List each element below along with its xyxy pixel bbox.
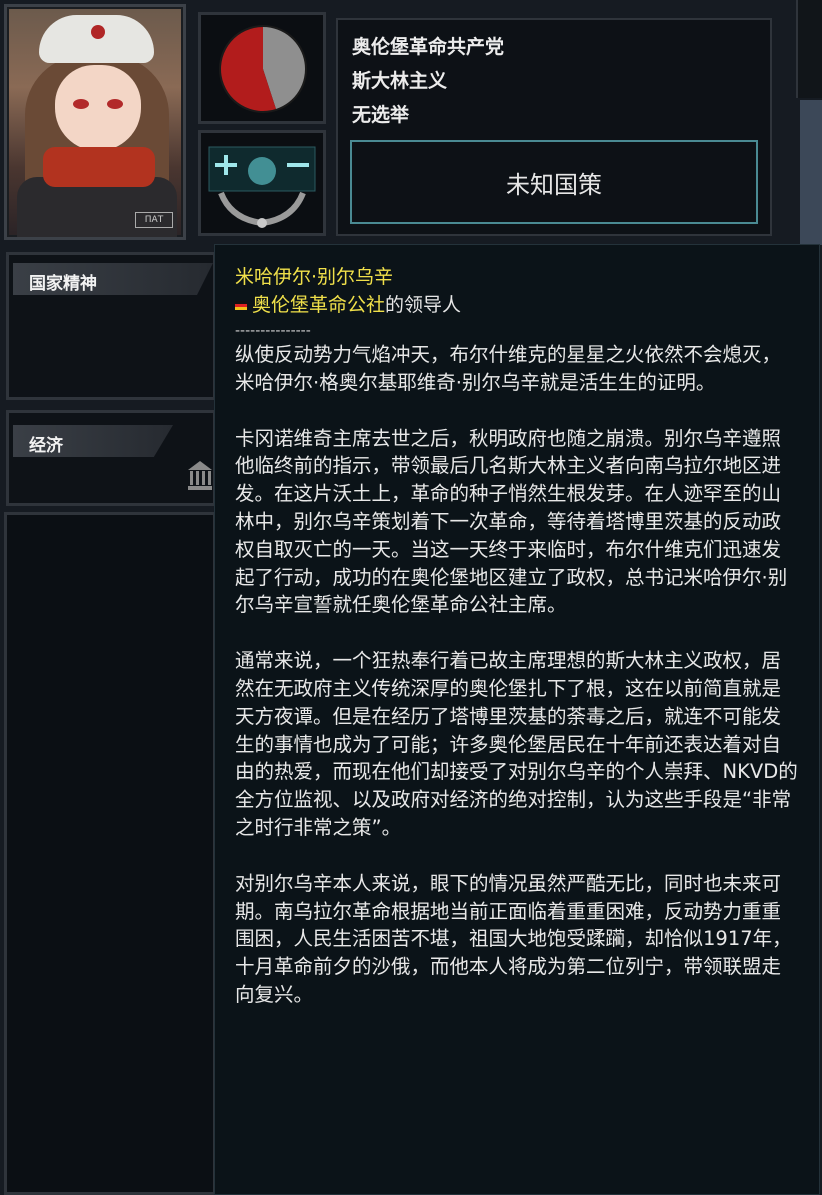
tooltip-leader-name: 米哈伊尔·别尔乌辛 bbox=[235, 266, 394, 288]
tooltip-paragraph: 通常来说，一个狂热奉行着已故主席理想的斯大林主义政权，居然在无政府主义传统深厚的… bbox=[235, 649, 798, 839]
tooltip-paragraph: 卡冈诺维奇主席去世之后，秋明政府也随之崩溃。别尔乌辛遵照他临终前的指示，带领最后… bbox=[235, 426, 788, 617]
country-flag-icon bbox=[235, 301, 247, 310]
party-ideology: 斯大林主义 bbox=[352, 70, 448, 92]
national-spirit-header: 国家精神 bbox=[13, 263, 213, 295]
economy-panel: 经济 bbox=[6, 410, 216, 506]
portrait-scarf bbox=[43, 147, 155, 187]
tooltip-leader-role: 奥伦堡革命公社的领导人 bbox=[235, 291, 799, 319]
economy-header: 经济 bbox=[13, 425, 173, 457]
portrait-hat bbox=[39, 15, 154, 63]
lower-panel bbox=[4, 512, 216, 1195]
election-status: 无选举 bbox=[352, 104, 410, 126]
leader-portrait[interactable]: ПАТ bbox=[4, 4, 186, 240]
tooltip-paragraph: 纵使反动势力气焰冲天，布尔什维克的星星之火依然不会熄灭，米哈伊尔·格奥尔基耶维奇… bbox=[235, 343, 782, 394]
national-spirit-title: 国家精神 bbox=[29, 274, 97, 294]
party-name: 奥伦堡革命共产党 bbox=[352, 36, 505, 58]
tooltip-paragraph: 对别尔乌辛本人来说，眼下的情况虽然严酷无比，同时也未来可期。南乌拉尔革命根据地当… bbox=[235, 871, 792, 1006]
portrait-badge: ПАТ bbox=[135, 212, 173, 228]
tooltip-country: 奥伦堡革命公社 bbox=[252, 294, 386, 316]
portrait-eye-right bbox=[107, 99, 123, 109]
portrait-eye-left bbox=[73, 99, 89, 109]
leader-tooltip: 米哈伊尔·别尔乌辛 奥伦堡革命公社的领导人 --------------- 纵使… bbox=[214, 244, 820, 1195]
pie-chart bbox=[219, 25, 307, 113]
right-edge-map bbox=[800, 100, 822, 245]
ideology-emblem[interactable] bbox=[198, 130, 326, 236]
national-spirit-panel: 国家精神 bbox=[6, 252, 216, 400]
party-popularity-pie[interactable] bbox=[198, 12, 326, 124]
tooltip-separator: --------------- bbox=[235, 323, 311, 339]
portrait-face bbox=[55, 65, 141, 151]
economy-title: 经济 bbox=[29, 436, 63, 456]
laurel-emblem-icon bbox=[208, 146, 316, 228]
party-info-panel: 奥伦堡革命共产党 斯大林主义 无选举 未知国策 bbox=[336, 18, 772, 236]
right-edge-panel bbox=[796, 0, 822, 98]
national-focus-button[interactable]: 未知国策 bbox=[350, 140, 758, 224]
portrait-hat-badge bbox=[91, 25, 105, 39]
tooltip-role-suffix: 的领导人 bbox=[385, 294, 462, 316]
bank-icon[interactable] bbox=[186, 458, 214, 492]
